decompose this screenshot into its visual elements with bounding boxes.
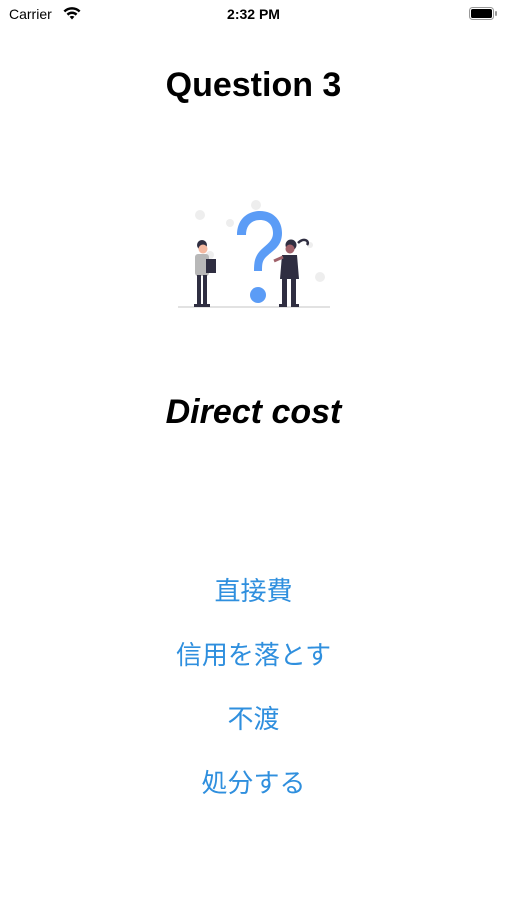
answer-option-1[interactable]: 直接費 [0,560,507,624]
question-title: Question 3 [165,66,342,104]
term-text: Direct cost [165,393,342,431]
answer-list: 直接費 信用を落とす 不渡 処分する [0,560,507,816]
answer-option-3[interactable]: 不渡 [0,688,507,752]
answer-option-4[interactable]: 処分する [0,752,507,816]
status-bar: Carrier 2:32 PM [0,0,507,28]
status-time: 2:32 PM [227,6,280,22]
question-illustration [178,200,330,308]
battery-icon [469,7,497,20]
answer-option-2[interactable]: 信用を落とす [0,624,507,688]
